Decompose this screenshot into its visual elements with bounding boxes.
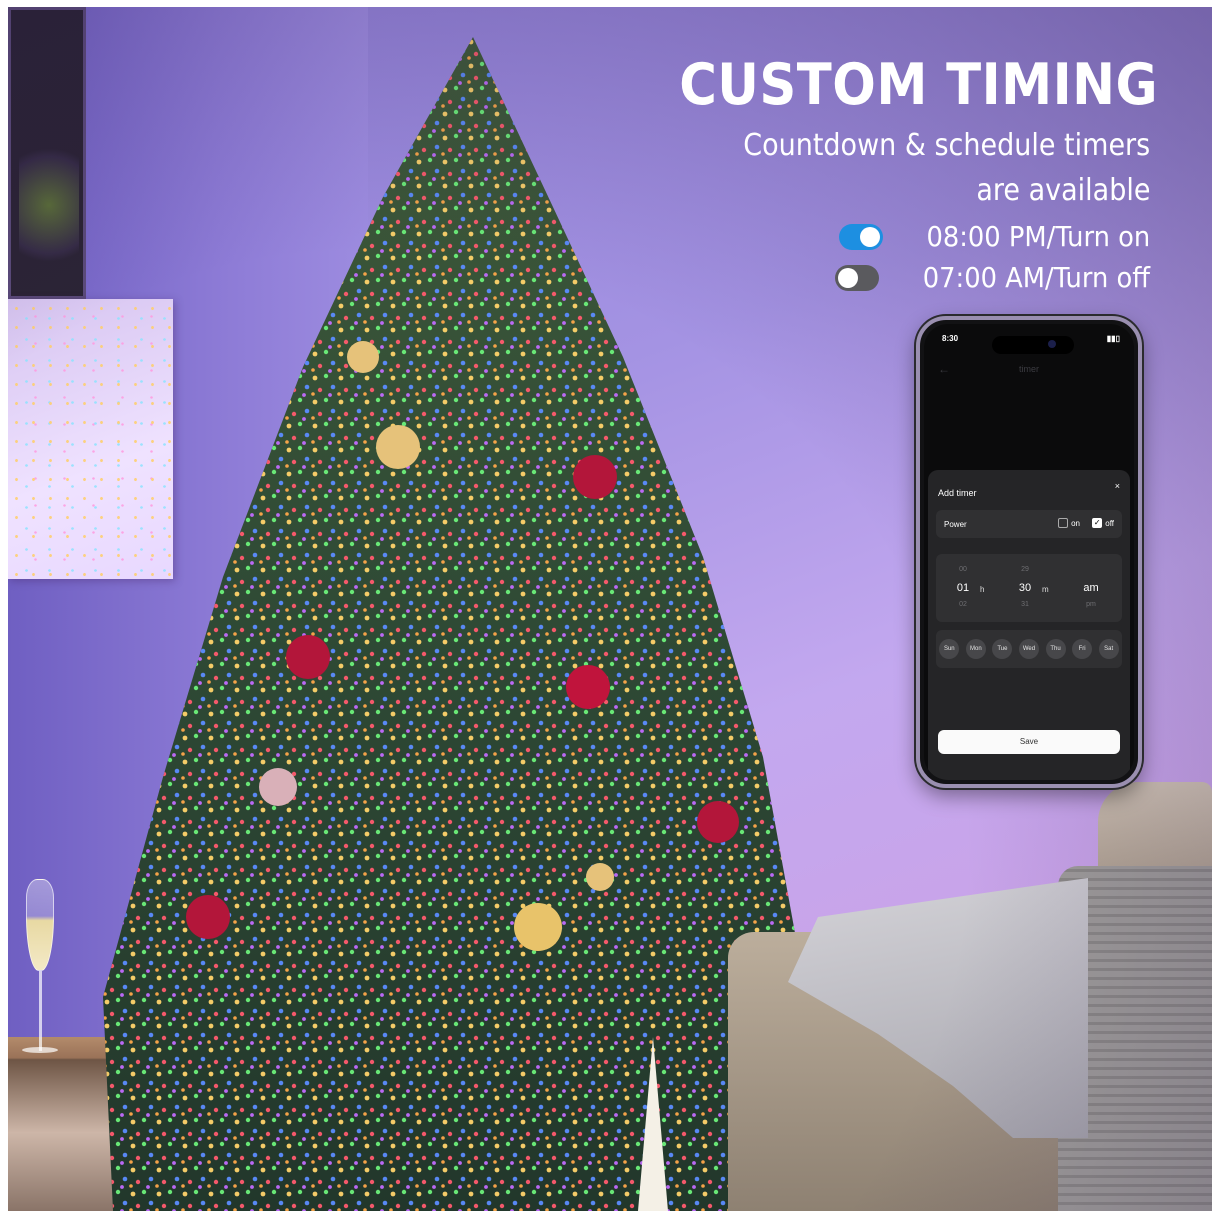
day-wed[interactable]: Wed: [1018, 639, 1039, 659]
hour-next: 02: [959, 601, 967, 608]
headline: CUSTOM TIMING: [679, 52, 1158, 118]
checkbox-checked-icon[interactable]: ✓: [1092, 518, 1103, 528]
dynamic-island: [992, 336, 1074, 354]
hour-prev: 00: [959, 566, 967, 573]
save-button[interactable]: Save: [938, 730, 1120, 754]
checkbox-icon[interactable]: [1058, 518, 1069, 528]
timer-label: 07:00 AM/Turn off: [922, 261, 1150, 294]
day-tue[interactable]: Tue: [992, 639, 1013, 659]
power-label: Power: [944, 520, 967, 529]
minute-wheel[interactable]: 29 30 31: [1012, 554, 1038, 622]
signal-battery-icon: ▮▮▯: [1106, 334, 1120, 343]
power-row: Power on ✓ off: [936, 510, 1122, 538]
day-fri[interactable]: Fri: [1072, 639, 1093, 659]
page-title: timer: [1019, 364, 1039, 374]
minute-unit: m: [1042, 585, 1049, 594]
timer-label: 08:00 PM/Turn on: [926, 220, 1150, 253]
sheet-title: Add timer: [938, 488, 977, 498]
hour-current: 01: [956, 582, 970, 594]
hour-wheel[interactable]: 00 01 02: [950, 554, 976, 622]
smartphone: 8:30 ▮▮▯ ← timer Add timer × Power on ✓ …: [916, 316, 1142, 788]
option-on-label: on: [1071, 518, 1080, 528]
minute-current: 30: [1018, 582, 1032, 594]
day-sat[interactable]: Sat: [1098, 639, 1119, 659]
toggle-switch-on[interactable]: [838, 223, 883, 250]
time-picker[interactable]: 00 01 02 h 29 30 31 m am pm: [936, 554, 1122, 622]
power-on-option[interactable]: on: [1058, 518, 1080, 528]
timer-row-on: 08:00 PM/Turn on: [838, 220, 1150, 253]
status-time: 8:30: [942, 334, 959, 343]
camera-icon: [1048, 340, 1056, 348]
add-timer-sheet: Add timer × Power on ✓ off 00 01 02 h 29…: [928, 470, 1130, 780]
day-mon[interactable]: Mon: [965, 639, 986, 659]
day-thu[interactable]: Thu: [1045, 639, 1066, 659]
toggle-switch-off[interactable]: [834, 264, 879, 291]
weekday-selector: Sun Mon Tue Wed Thu Fri Sat: [936, 630, 1122, 668]
subtitle-line-2: are available: [975, 173, 1150, 208]
subtitle-line-1: Countdown & schedule timers: [742, 128, 1150, 163]
meridiem-next: pm: [1086, 601, 1096, 608]
minute-prev: 29: [1021, 566, 1029, 573]
meridiem-current: am: [1083, 582, 1099, 594]
power-off-option[interactable]: ✓ off: [1092, 518, 1114, 528]
meridiem-wheel[interactable]: am pm: [1076, 554, 1106, 622]
timer-row-off: 07:00 AM/Turn off: [834, 261, 1150, 294]
phone-screen: 8:30 ▮▮▯ ← timer Add timer × Power on ✓ …: [924, 324, 1134, 780]
close-icon[interactable]: ×: [1115, 481, 1120, 491]
minute-next: 31: [1021, 601, 1029, 608]
option-off-label: off: [1105, 518, 1114, 528]
hour-unit: h: [980, 585, 985, 594]
day-sun[interactable]: Sun: [939, 639, 960, 659]
